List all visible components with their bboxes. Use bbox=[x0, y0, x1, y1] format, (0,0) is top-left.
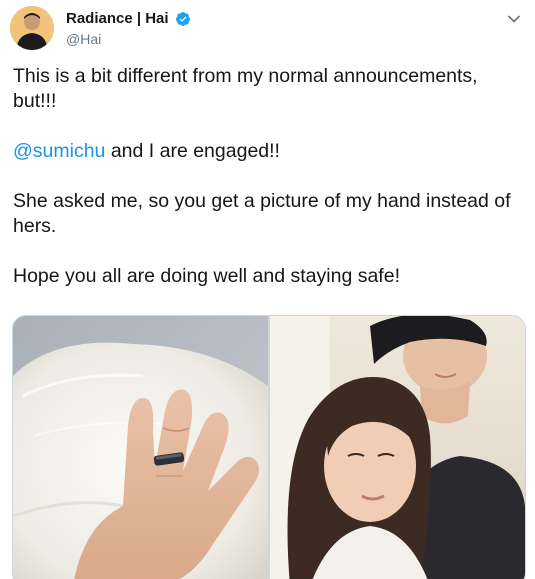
tweet-paragraph: She asked me, so you get a picture of my… bbox=[13, 190, 511, 237]
display-name[interactable]: Radiance | Hai bbox=[66, 10, 169, 27]
tweet-text: This is a bit different from my normal a… bbox=[13, 64, 525, 289]
author-info[interactable]: Radiance | Hai @Hai bbox=[66, 10, 191, 47]
hand-with-ring-on-fur-photo[interactable] bbox=[13, 316, 268, 579]
tweet-paragraph-text: and I are engaged!! bbox=[105, 140, 280, 162]
tweet-paragraph: @sumichu and I are engaged!! bbox=[13, 139, 525, 164]
tweet-media bbox=[12, 315, 526, 579]
tweet-header: Radiance | Hai @Hai bbox=[10, 6, 525, 52]
handle[interactable]: @Hai bbox=[66, 31, 191, 47]
tweet-paragraph: Hope you all are doing well and staying … bbox=[13, 265, 400, 287]
couple-selfie-photo[interactable] bbox=[270, 316, 525, 579]
chevron-down-icon[interactable] bbox=[507, 12, 521, 26]
avatar[interactable] bbox=[10, 6, 54, 50]
tweet-paragraph: This is a bit different from my normal a… bbox=[13, 65, 478, 112]
tweet-card: Radiance | Hai @Hai This is a bit differ… bbox=[0, 0, 535, 579]
verified-badge-icon bbox=[175, 11, 191, 27]
mention-link[interactable]: @sumichu bbox=[13, 140, 105, 162]
